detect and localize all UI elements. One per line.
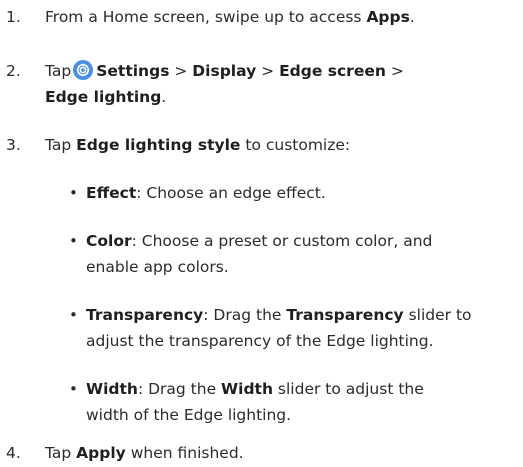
bullet-text: Color: Choose a preset or custom color, … [86, 228, 513, 280]
step-text-part: Tap [45, 136, 77, 154]
step-bold-term: Apply [76, 444, 126, 462]
step-bold-term: Edge screen [279, 62, 386, 80]
bullet-text-part: slider to adjust the [273, 380, 424, 398]
step-bold-term: Edge lighting [45, 88, 162, 106]
breadcrumb-separator: > [174, 62, 188, 80]
bullet-marker: • [69, 184, 78, 202]
step-text: From a Home screen, swipe up to access A… [45, 4, 513, 30]
bullet-text: Transparency: Drag the Transparency slid… [86, 302, 513, 354]
bullet-text: Effect: Choose an edge effect. [86, 180, 513, 206]
bullet-marker: • [69, 380, 78, 398]
breadcrumb-separator: > [261, 62, 275, 80]
bullet-term: Width [86, 380, 138, 398]
step-text-part: Tap [45, 444, 77, 462]
step-text: Tap Apply when finished. [45, 440, 513, 466]
step-text-part: when finished. [125, 444, 244, 462]
step-text-part: to customize: [240, 136, 351, 154]
step-text-part: . [409, 8, 415, 26]
bullet-term: Transparency [286, 306, 404, 324]
bullet-text-part: : Choose a preset or custom color, and [131, 232, 433, 250]
bullet-text-part: enable app colors. [86, 258, 229, 276]
step-bold-term: Apps [366, 8, 410, 26]
bullet-marker: • [69, 306, 78, 324]
bullet-text-part: : Drag the [203, 306, 287, 324]
step-bold-term: Settings [96, 62, 170, 80]
step-text-part: Tap [45, 62, 72, 80]
step-bold-term: Display [192, 62, 257, 80]
step-text: Tap Settings > Display > Edge screen > Edg… [45, 58, 513, 110]
bullet-marker: • [69, 232, 78, 250]
bullet-term: Transparency [86, 306, 204, 324]
settings-gear-icon [73, 60, 94, 80]
bullet-term: Effect [86, 184, 137, 202]
step-number: 1. [6, 8, 21, 26]
bullet-term: Width [221, 380, 273, 398]
bullet-text-part: : Drag the [137, 380, 222, 398]
step-text-part: From a Home screen, swipe up to access [45, 8, 367, 26]
bullet-text-part: width of the Edge lighting. [86, 406, 292, 424]
bullet-text-part: : Choose an edge effect. [136, 184, 326, 202]
bullet-text-part: slider to [403, 306, 472, 324]
bullet-term: Color [86, 232, 132, 250]
bullet-text: Width: Drag the Width slider to adjust t… [86, 376, 513, 428]
breadcrumb-separator: > [390, 62, 404, 80]
step-number: 3. [6, 136, 21, 154]
step-text: Tap Edge lighting style to customize: [45, 132, 513, 158]
step-number: 2. [6, 62, 21, 80]
step-bold-term: Edge lighting style [76, 136, 241, 154]
step-text-part: . [161, 88, 167, 106]
instructions-document: 1. From a Home screen, swipe up to acces… [0, 0, 523, 467]
step-number: 4. [6, 444, 21, 462]
bullet-text-part: adjust the transparency of the Edge ligh… [86, 332, 434, 350]
